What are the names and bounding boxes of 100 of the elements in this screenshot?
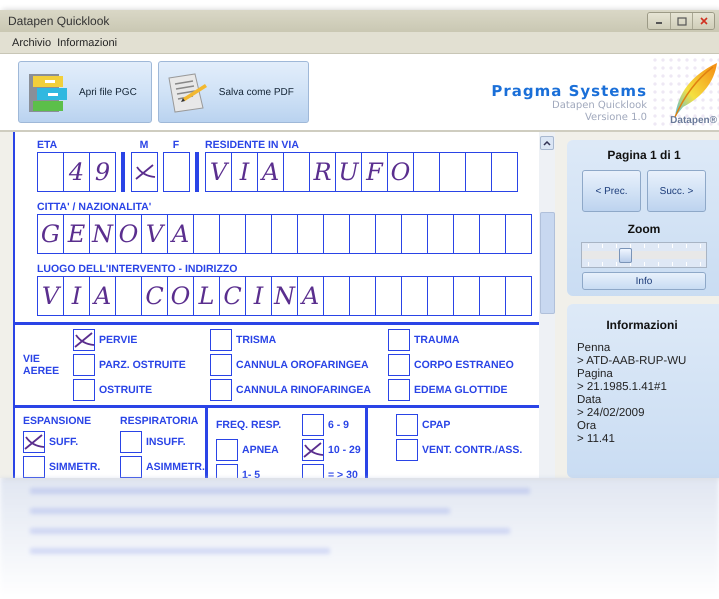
field-label: F (172, 138, 180, 152)
checkbox[interactable] (73, 329, 95, 351)
form-cell: L (193, 276, 220, 316)
checkbox[interactable] (388, 354, 410, 376)
field-label: ETA (37, 138, 58, 152)
cross-mark-icon (132, 162, 156, 182)
option-label: TRISMA (236, 334, 276, 346)
maximize-button[interactable] (670, 13, 692, 29)
form-cell (375, 276, 402, 316)
info-line: > 11.41 (577, 433, 616, 446)
checkbox[interactable] (396, 439, 418, 461)
checkbox[interactable] (23, 431, 45, 453)
info-button[interactable]: Info (582, 272, 706, 290)
form-cell: V (37, 276, 64, 316)
checkbox[interactable] (73, 379, 95, 401)
form-cell (37, 152, 64, 192)
form-cell (193, 214, 220, 254)
form-cell: A (167, 214, 194, 254)
info-line: Penna (577, 342, 612, 355)
section-title: VIE AEREE (23, 353, 60, 377)
toolbar-button[interactable]: Salva come PDF (158, 61, 309, 123)
form-cell (505, 276, 532, 316)
form-cell: A (257, 152, 284, 192)
section-title: RESPIRATORIA (120, 414, 200, 428)
checkbox[interactable] (73, 354, 95, 376)
option-label: = > 30 (328, 469, 358, 478)
form-cell: O (387, 152, 414, 192)
field-label: RESIDENTE IN VIA (205, 138, 300, 152)
checkbox[interactable] (388, 329, 410, 351)
form-cell (323, 276, 350, 316)
form-cell (401, 276, 428, 316)
checkbox[interactable] (388, 379, 410, 401)
option-label: ASIMMETR. (146, 461, 205, 473)
toolbar-button[interactable]: Apri file PGC (18, 61, 152, 123)
checkbox[interactable] (120, 431, 142, 453)
option-label: 6 - 9 (328, 419, 350, 431)
info-line: > 24/02/2009 (577, 407, 646, 420)
form-cell: O (167, 276, 194, 316)
menu-item[interactable]: Informazioni (57, 36, 118, 48)
company-name: Pragma Systems (491, 82, 647, 100)
info-title: Informazioni (605, 318, 679, 332)
form-cell (349, 214, 376, 254)
scroll-up-button[interactable] (540, 136, 554, 150)
form-cell (505, 214, 532, 254)
option-label: APNEA (242, 444, 279, 456)
slider-thumb[interactable] (618, 248, 632, 263)
option-label: CPAP (422, 419, 450, 431)
section-title: ESPANSIONE (23, 414, 92, 428)
option-label: SUFF. (49, 436, 78, 448)
checkbox[interactable] (120, 456, 142, 478)
form-cell: I (245, 276, 272, 316)
section-title: FREQ. RESP. (216, 418, 282, 432)
form-cell: 4 (63, 152, 90, 192)
info-line: > 21.1985.1.41#1 (577, 381, 668, 394)
checkbox[interactable] (216, 439, 238, 461)
checkbox[interactable] (302, 439, 324, 461)
checkbox[interactable] (302, 414, 324, 436)
form-cell: I (231, 152, 258, 192)
next-button[interactable]: Succ. > (647, 170, 706, 212)
close-button[interactable] (692, 13, 714, 29)
minimize-button[interactable] (648, 13, 670, 29)
form-cell: N (271, 276, 298, 316)
checkbox[interactable] (396, 414, 418, 436)
form-cell (115, 276, 142, 316)
form-cell (283, 152, 310, 192)
product-name: Datapen Quicklook (552, 100, 647, 112)
form-cell (439, 152, 466, 192)
form-cell (413, 152, 440, 192)
form-cell: R (309, 152, 336, 192)
maximize-icon (676, 16, 686, 26)
zoom-slider[interactable] (581, 242, 707, 268)
chevron-up-icon (543, 140, 551, 146)
scroll-thumb[interactable] (540, 212, 554, 314)
version-text: Versione 1.0 (584, 112, 647, 124)
page-indicator: Pagina 1 di 1 (607, 148, 681, 162)
form-cell (297, 214, 324, 254)
option-label: CANNULA RINOFARINGEA (236, 384, 371, 396)
cross-mark-icon (22, 432, 46, 452)
option-label: SIMMETR. (49, 461, 100, 473)
checkbox[interactable] (210, 379, 232, 401)
form-cell (453, 276, 480, 316)
scrollbar[interactable] (539, 132, 555, 478)
info-line: Pagina (577, 368, 614, 381)
cross-mark-icon (72, 330, 96, 350)
form-cell (427, 214, 454, 254)
menu-item[interactable]: Archivio (12, 36, 52, 48)
previous-button[interactable]: < Prec. (582, 170, 641, 212)
form-cell (465, 152, 492, 192)
checkbox[interactable] (23, 456, 45, 478)
option-label: EDEMA GLOTTIDE (414, 384, 508, 396)
option-label: OSTRUITE (99, 384, 152, 396)
zoom-label: Zoom (628, 222, 660, 236)
form-cell (479, 276, 506, 316)
checkbox[interactable] (210, 354, 232, 376)
form-cell (453, 214, 480, 254)
option-label: 1- 5 (242, 469, 260, 478)
form-cell: E (63, 214, 90, 254)
form-cell: C (219, 276, 246, 316)
option-label: TRAUMA (414, 334, 460, 346)
checkbox[interactable] (210, 329, 232, 351)
